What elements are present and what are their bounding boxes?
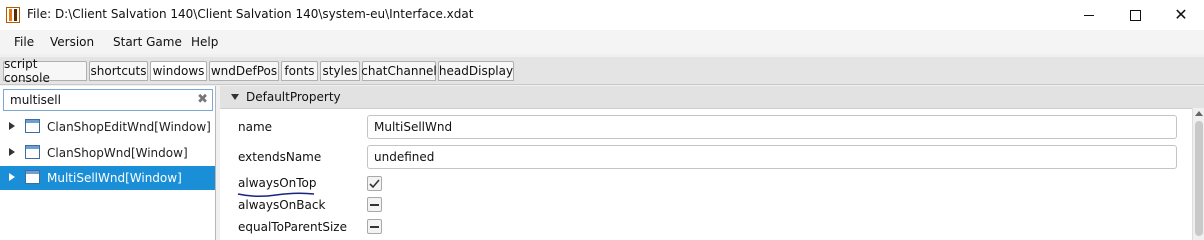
tree-item-label: ClanShopWnd[Window] (47, 146, 188, 160)
vertical-scrollbar[interactable] (1192, 108, 1204, 240)
minimize-button[interactable] (1066, 0, 1112, 30)
tab-wnddefpos[interactable]: wndDefPos (209, 61, 279, 81)
checkmark-icon (369, 178, 380, 188)
maximize-button[interactable] (1112, 0, 1158, 30)
prop-label-alwaysonback: alwaysOnBack (238, 198, 326, 212)
section-title: DefaultProperty (246, 90, 341, 104)
extendsname-field[interactable]: undefined (367, 145, 1177, 169)
tree-item[interactable]: ClanShopWnd[Window] (0, 141, 215, 165)
collapse-arrow-icon[interactable] (231, 94, 239, 100)
property-panel: DefaultProperty name MultiSellWnd extend… (220, 86, 1204, 240)
extendsname-field-value: undefined (374, 150, 435, 164)
name-field-value: MultiSellWnd (374, 120, 453, 134)
minimize-icon (1084, 14, 1094, 16)
tab-headdisplay[interactable]: headDisplay (438, 61, 514, 81)
tab-windows[interactable]: windows (150, 61, 207, 81)
prop-label-name: name (238, 120, 273, 134)
alwaysontop-checkbox[interactable] (367, 176, 382, 191)
scroll-up-arrow-icon[interactable] (1195, 111, 1203, 116)
tab-styles[interactable]: styles (320, 61, 360, 81)
tree-item-label: MultiSellWnd[Window] (47, 171, 182, 185)
tree-item[interactable]: ClanShopEditWnd[Window] (0, 115, 215, 139)
expand-arrow-icon[interactable] (9, 148, 15, 156)
title-bar: File: D:\Client Salvation 140\Client Sal… (0, 0, 1204, 30)
search-value: multisell (10, 93, 61, 107)
alwaysonback-checkbox[interactable] (367, 197, 382, 212)
tab-script-console[interactable]: script console (3, 57, 87, 85)
prop-label-alwaysontop: alwaysOnTop (238, 176, 317, 190)
prop-label-equaltoparentsize: equalToParentSize (238, 220, 347, 234)
indeterminate-icon (370, 225, 379, 228)
tab-chatchannel[interactable]: chatChannel (361, 61, 437, 81)
window-icon (25, 170, 40, 184)
name-field[interactable]: MultiSellWnd (367, 115, 1177, 139)
indeterminate-icon (370, 203, 379, 206)
tree-item-selected[interactable]: MultiSellWnd[Window] (0, 166, 215, 190)
menu-bar: File Version Start Game Help (0, 30, 1204, 54)
menu-version[interactable]: Version (50, 35, 94, 49)
clear-search-icon[interactable]: ✖ (197, 92, 208, 107)
window-icon (25, 119, 40, 133)
app-logo-icon (6, 7, 20, 23)
tab-shortcuts[interactable]: shortcuts (89, 61, 148, 81)
section-header[interactable]: DefaultProperty (220, 86, 1204, 109)
scroll-thumb[interactable] (1195, 121, 1203, 236)
expand-arrow-icon[interactable] (9, 122, 15, 130)
window-icon (25, 145, 40, 159)
maximize-icon (1129, 9, 1141, 21)
equaltoparentsize-checkbox[interactable] (367, 219, 382, 234)
menu-file[interactable]: File (14, 35, 34, 49)
search-input[interactable]: multisell ✖ (3, 89, 213, 111)
prop-label-extendsname: extendsName (238, 150, 322, 164)
tree-panel: multisell ✖ ClanShopEditWnd[Window] Clan… (0, 86, 216, 240)
menu-start-game[interactable]: Start Game (113, 35, 182, 49)
close-icon: ✕ (1174, 5, 1188, 24)
tab-fonts[interactable]: fonts (281, 61, 318, 81)
window-title: File: D:\Client Salvation 140\Client Sal… (27, 7, 474, 21)
close-button[interactable]: ✕ (1158, 0, 1204, 30)
tree-item-label: ClanShopEditWnd[Window] (47, 120, 211, 134)
menu-help[interactable]: Help (191, 35, 218, 49)
expand-arrow-icon[interactable] (9, 173, 15, 181)
tab-strip: script console shortcuts windows wndDefP… (0, 57, 1204, 85)
